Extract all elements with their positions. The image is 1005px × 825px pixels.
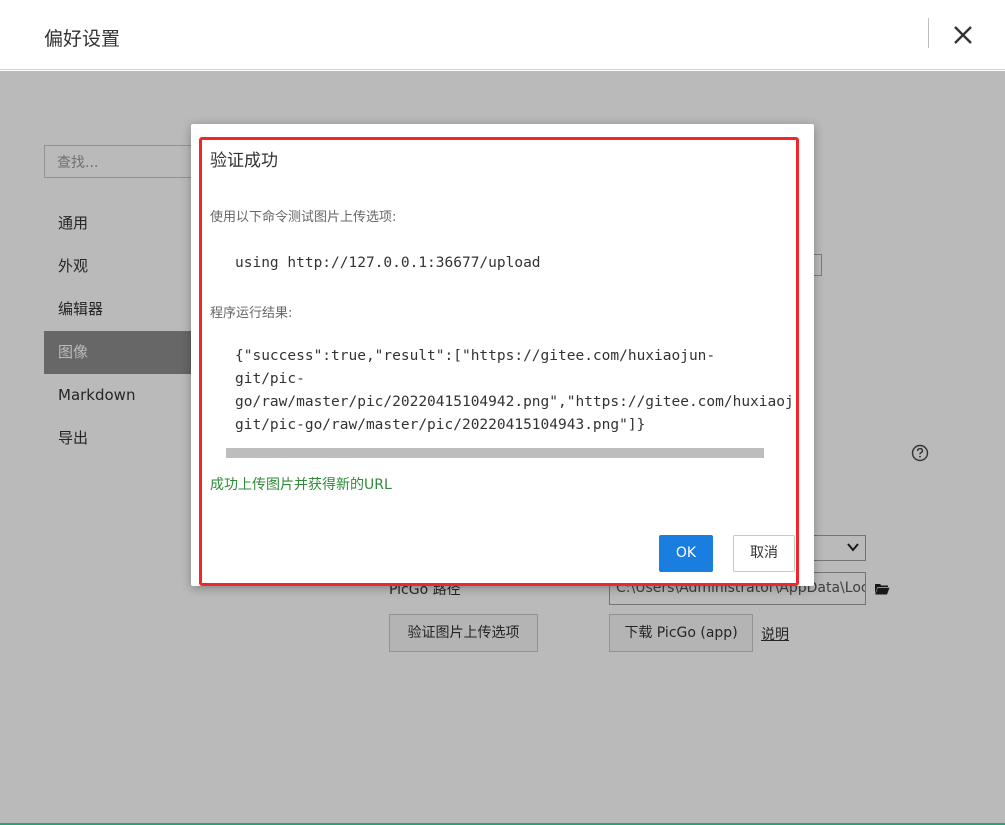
window-title: 偏好设置 (44, 28, 121, 50)
result-line: {"success":true,"result":["https://gitee… (235, 348, 716, 364)
close-icon[interactable] (948, 20, 978, 50)
result-line: go/raw/master/pic/20220415104942.png","h… (235, 394, 794, 410)
verify-success-dialog: 验证成功 使用以下命令测试图片上传选项: using http://127.0.… (191, 124, 814, 586)
success-message: 成功上传图片并获得新的URL (210, 477, 392, 493)
result-line: git/pic- (235, 371, 305, 387)
title-bar: 偏好设置 (0, 0, 1005, 70)
result-label: 程序运行结果: (210, 306, 293, 321)
horizontal-scrollbar[interactable] (226, 448, 764, 458)
command-label: 使用以下命令测试图片上传选项: (210, 210, 397, 225)
result-output: {"success":true,"result":["https://gitee… (235, 345, 794, 437)
command-text: using http://127.0.0.1:36677/upload (235, 255, 541, 271)
result-line: git/pic-go/raw/master/pic/20220415104943… (235, 417, 646, 433)
cancel-button[interactable]: 取消 (733, 535, 795, 572)
title-divider (928, 18, 929, 48)
highlight-frame: 验证成功 使用以下命令测试图片上传选项: using http://127.0.… (199, 137, 799, 586)
dialog-title: 验证成功 (210, 151, 278, 171)
ok-button[interactable]: OK (659, 535, 713, 572)
